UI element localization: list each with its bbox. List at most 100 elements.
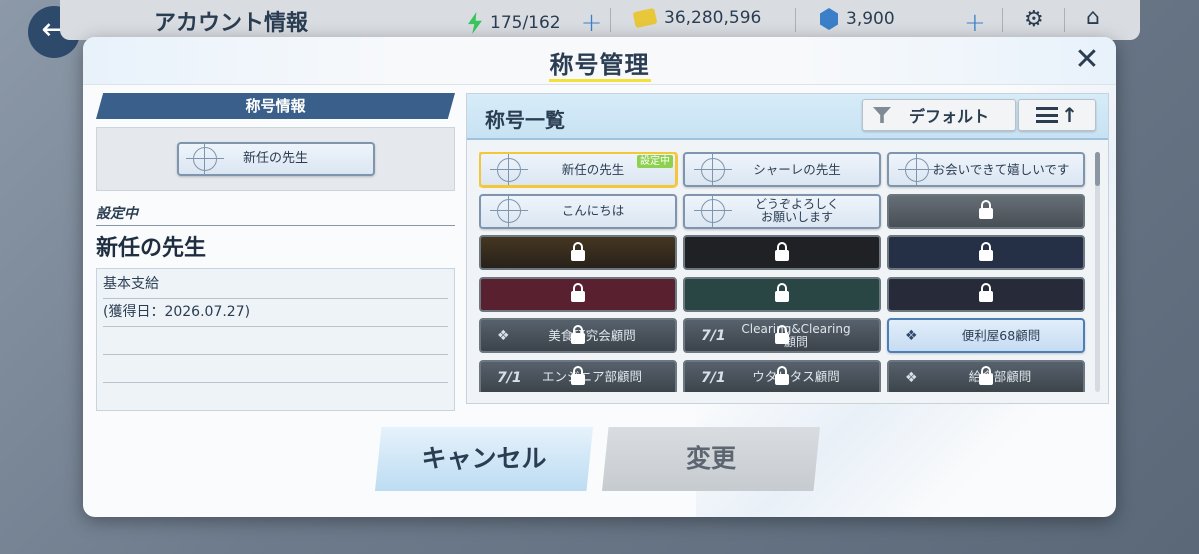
current-title-name: 新任の先生 [96, 236, 207, 261]
lock-icon [775, 241, 789, 261]
locked-title-item[interactable] [887, 193, 1085, 229]
title-item-label: 美食研究会顧問 [548, 327, 636, 343]
info-line [103, 327, 448, 355]
list-scrollbar[interactable] [1095, 152, 1100, 392]
locked-title-item[interactable]: 7/1 ウタリタス顧問 [683, 359, 881, 392]
dialog-title: 称号管理 [549, 51, 650, 79]
school-logo-icon: ❖ [905, 369, 918, 386]
scrollbar-thumb[interactable] [1095, 152, 1100, 186]
title-item-label: お会いできて嬉しいです [932, 161, 1070, 177]
title-item[interactable]: ❖ 便利屋68顧問 [887, 318, 1085, 353]
ap-value: 175/162 [490, 13, 561, 33]
status-label: 設定中 [96, 203, 455, 226]
title-info-box: 基本支給 (獲得日：2026.07.27) [96, 268, 455, 411]
title-item-label: どうぞよろしく お願いします [754, 196, 839, 224]
top-bar: アカウント情報 175/162 + 36,280,596 3,900 + ⚙ ⌂ [60, 0, 1140, 40]
add-gem-button[interactable]: + [952, 8, 986, 38]
credit-value: 36,280,596 [664, 8, 762, 28]
title-list-panel: 称号一覧 デフォルト ↑ 新任の先生 設定中 シャーレの先生 お会いできて嬉しい… [466, 93, 1109, 404]
crosshair-icon [898, 154, 936, 185]
title-item[interactable]: お会いできて嬉しいです [887, 152, 1085, 187]
ap-resource: 175/162 + [468, 8, 602, 38]
change-button[interactable]: 変更 [602, 427, 820, 491]
locked-title-item[interactable]: 7/1 エンジニア部顧問 [479, 359, 677, 392]
dialog-header: 称号管理 ✕ [83, 37, 1116, 85]
sort-label: デフォルト [909, 107, 990, 126]
lock-icon [571, 283, 585, 302]
locked-title-item[interactable]: 7/1 Clearing&Clearing 顧問 [683, 318, 881, 353]
locked-title-item[interactable] [683, 235, 881, 270]
divider [1064, 8, 1065, 32]
locked-title-item[interactable] [887, 276, 1085, 312]
sort-order-button[interactable]: ↑ [1018, 99, 1096, 131]
close-icon: ✕ [1074, 42, 1100, 77]
title-item-label: Clearing&Clearing 顧問 [741, 321, 851, 349]
locked-title-item[interactable]: ❖ 給食部顧問 [887, 359, 1085, 392]
list-lines-icon [1036, 107, 1059, 123]
locked-title-item[interactable] [887, 235, 1085, 270]
title-underline [549, 79, 651, 82]
filter-icon [873, 107, 891, 123]
close-button[interactable]: ✕ [1070, 43, 1104, 77]
title-item[interactable]: どうぞよろしく お願いします [683, 193, 881, 229]
title-item-label: エンジニア部顧問 [541, 369, 642, 385]
credit-card-icon [632, 7, 658, 29]
locked-title-item[interactable] [683, 276, 881, 312]
crosshair-icon [694, 195, 732, 227]
preview-plate: 新任の先生 [176, 142, 375, 176]
gem-value: 3,900 [846, 9, 895, 29]
credit-resource: 36,280,596 [632, 7, 762, 29]
school-logo-icon: ❖ [905, 328, 918, 344]
locked-title-item[interactable] [479, 235, 677, 270]
title-management-dialog: 称号管理 ✕ 称号情報 新任の先生 設定中 新任の先生 基本支給 (獲得日：20… [83, 37, 1116, 517]
title-item-label: 新任の先生 [561, 161, 625, 177]
info-line: (獲得日：2026.07.27) [103, 299, 448, 327]
title-item-label: こんにちは [561, 203, 625, 219]
divider [1002, 8, 1003, 32]
add-gem-plus-icon[interactable]: + [964, 8, 986, 38]
section-banner: 称号情報 [96, 93, 455, 119]
crosshair-icon [490, 195, 528, 227]
title-item-label: シャーレの先生 [753, 161, 841, 177]
lock-icon [979, 241, 993, 261]
lock-icon [775, 324, 789, 344]
school-logo-icon: 7/1 [701, 328, 726, 344]
lightning-icon [468, 12, 482, 34]
cancel-button[interactable]: キャンセル [375, 427, 593, 491]
gear-icon[interactable]: ⚙ [1024, 7, 1044, 32]
sort-filter-button[interactable]: デフォルト [862, 99, 1016, 131]
locked-title-item[interactable]: ❖ 美食研究会顧問 [479, 318, 677, 353]
title-grid: 新任の先生 設定中 シャーレの先生 お会いできて嬉しいです こんにちは どうぞよ… [479, 152, 1087, 392]
lock-icon [571, 366, 585, 385]
lock-icon [979, 366, 993, 385]
divider [610, 8, 611, 32]
title-item[interactable]: 新任の先生 設定中 [479, 152, 677, 187]
locked-title-item[interactable] [479, 276, 677, 312]
list-header: 称号一覧 デフォルト ↑ [467, 94, 1108, 140]
crosshair-icon [185, 144, 224, 174]
title-item-label: 便利屋68顧問 [961, 327, 1041, 343]
info-line [103, 355, 448, 383]
lock-icon [571, 241, 585, 261]
info-line: 基本支給 [103, 271, 448, 299]
home-icon[interactable]: ⌂ [1086, 5, 1100, 30]
gem-resource: 3,900 [820, 8, 895, 30]
preview-plate-text: 新任の先生 [242, 150, 308, 166]
gem-icon [820, 8, 838, 30]
school-logo-icon: 7/1 [497, 369, 522, 386]
list-title: 称号一覧 [485, 108, 565, 132]
lock-icon [571, 324, 585, 344]
title-info-panel: 称号情報 新任の先生 設定中 新任の先生 基本支給 (獲得日：2026.07.2… [96, 93, 455, 411]
lock-icon [775, 366, 789, 385]
page-title: アカウント情報 [154, 11, 309, 36]
lock-icon [979, 283, 993, 302]
add-ap-plus-icon[interactable]: + [581, 8, 603, 38]
lock-icon [979, 200, 993, 219]
crosshair-icon [694, 154, 732, 185]
divider [795, 8, 796, 32]
title-item[interactable]: シャーレの先生 [683, 152, 881, 187]
lock-icon [775, 283, 789, 302]
title-item[interactable]: こんにちは [479, 193, 677, 229]
equipped-badge: 設定中 [637, 155, 673, 168]
title-preview: 新任の先生 [96, 127, 455, 191]
